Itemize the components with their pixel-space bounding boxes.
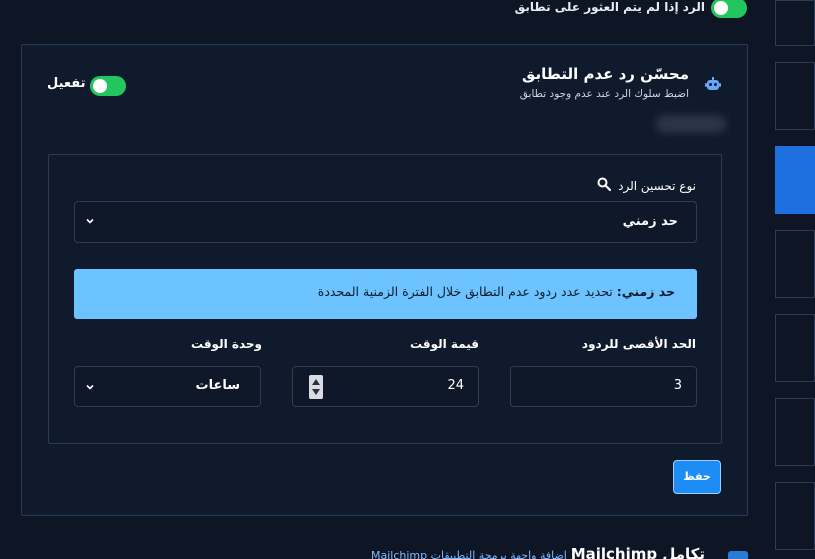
- optimization-type-label: نوع تحسين الرد: [618, 179, 696, 193]
- no-match-reply-toggle[interactable]: [711, 0, 747, 18]
- info-title: حد زمني:: [616, 284, 675, 299]
- time-unit-select[interactable]: ساعات: [74, 366, 261, 407]
- sidebar-tab-7[interactable]: [775, 482, 815, 550]
- mailchimp-integration-title: تكامل Mailchimp: [570, 545, 705, 559]
- activate-label: تفعيل: [47, 76, 86, 91]
- mailchimp-integration-row: تكامل Mailchimp إضافة واجهة برمجة التطبي…: [371, 545, 705, 559]
- selected-type-value: حد زمني: [622, 214, 678, 229]
- no-match-reply-label: الرد إذا لم يتم العثور على تطابق: [514, 0, 705, 14]
- card-title: محسّن رد عدم التطابق: [521, 65, 689, 83]
- time-unit-label: وحدة الوقت: [190, 337, 262, 351]
- card-subtitle: اضبط سلوك الرد عند عدم وجود تطابق: [519, 88, 689, 100]
- time-value-value: 24: [447, 378, 464, 393]
- max-replies-input[interactable]: 3: [510, 366, 697, 407]
- number-spinner-icon[interactable]: [309, 375, 323, 399]
- mailchimp-icon: [728, 551, 748, 559]
- sidebar-tab-6[interactable]: [775, 398, 815, 466]
- robot-icon: [705, 77, 721, 90]
- sidebar-tab-5[interactable]: [775, 314, 815, 382]
- info-banner: حد زمني: تحديد عدد ردود عدم التطابق خلال…: [74, 269, 697, 319]
- time-unit-value: ساعات: [195, 378, 241, 393]
- sidebar-tab-2[interactable]: [775, 62, 815, 130]
- max-replies-label: الحد الأقصى للردود: [581, 337, 696, 351]
- save-button[interactable]: حفظ: [673, 460, 721, 494]
- search-icon: [597, 177, 611, 191]
- sidebar-tab-3-active[interactable]: [775, 146, 815, 214]
- activate-toggle[interactable]: [90, 76, 126, 96]
- sidebar-tab-1[interactable]: [775, 0, 815, 46]
- toggle-knob: [93, 79, 107, 93]
- mailchimp-api-link[interactable]: إضافة واجهة برمجة التطبيقات Mailchimp: [371, 549, 567, 559]
- chevron-down-icon: [86, 384, 94, 390]
- settings-panel: نوع تحسين الرد حد زمني حد زمني: تحديد عد…: [48, 154, 722, 444]
- time-value-input[interactable]: 24: [292, 366, 479, 407]
- blurred-text: [656, 115, 726, 133]
- chevron-down-icon: [86, 218, 94, 224]
- max-replies-value: 3: [673, 378, 682, 393]
- optimization-type-select[interactable]: حد زمني: [74, 201, 697, 243]
- sidebar-tab-4[interactable]: [775, 230, 815, 298]
- info-text: تحديد عدد ردود عدم التطابق خلال الفترة ا…: [317, 284, 617, 299]
- no-match-optimizer-card: محسّن رد عدم التطابق اضبط سلوك الرد عند …: [21, 44, 748, 516]
- time-value-label: قيمة الوقت: [410, 337, 479, 351]
- toggle-knob: [714, 1, 728, 15]
